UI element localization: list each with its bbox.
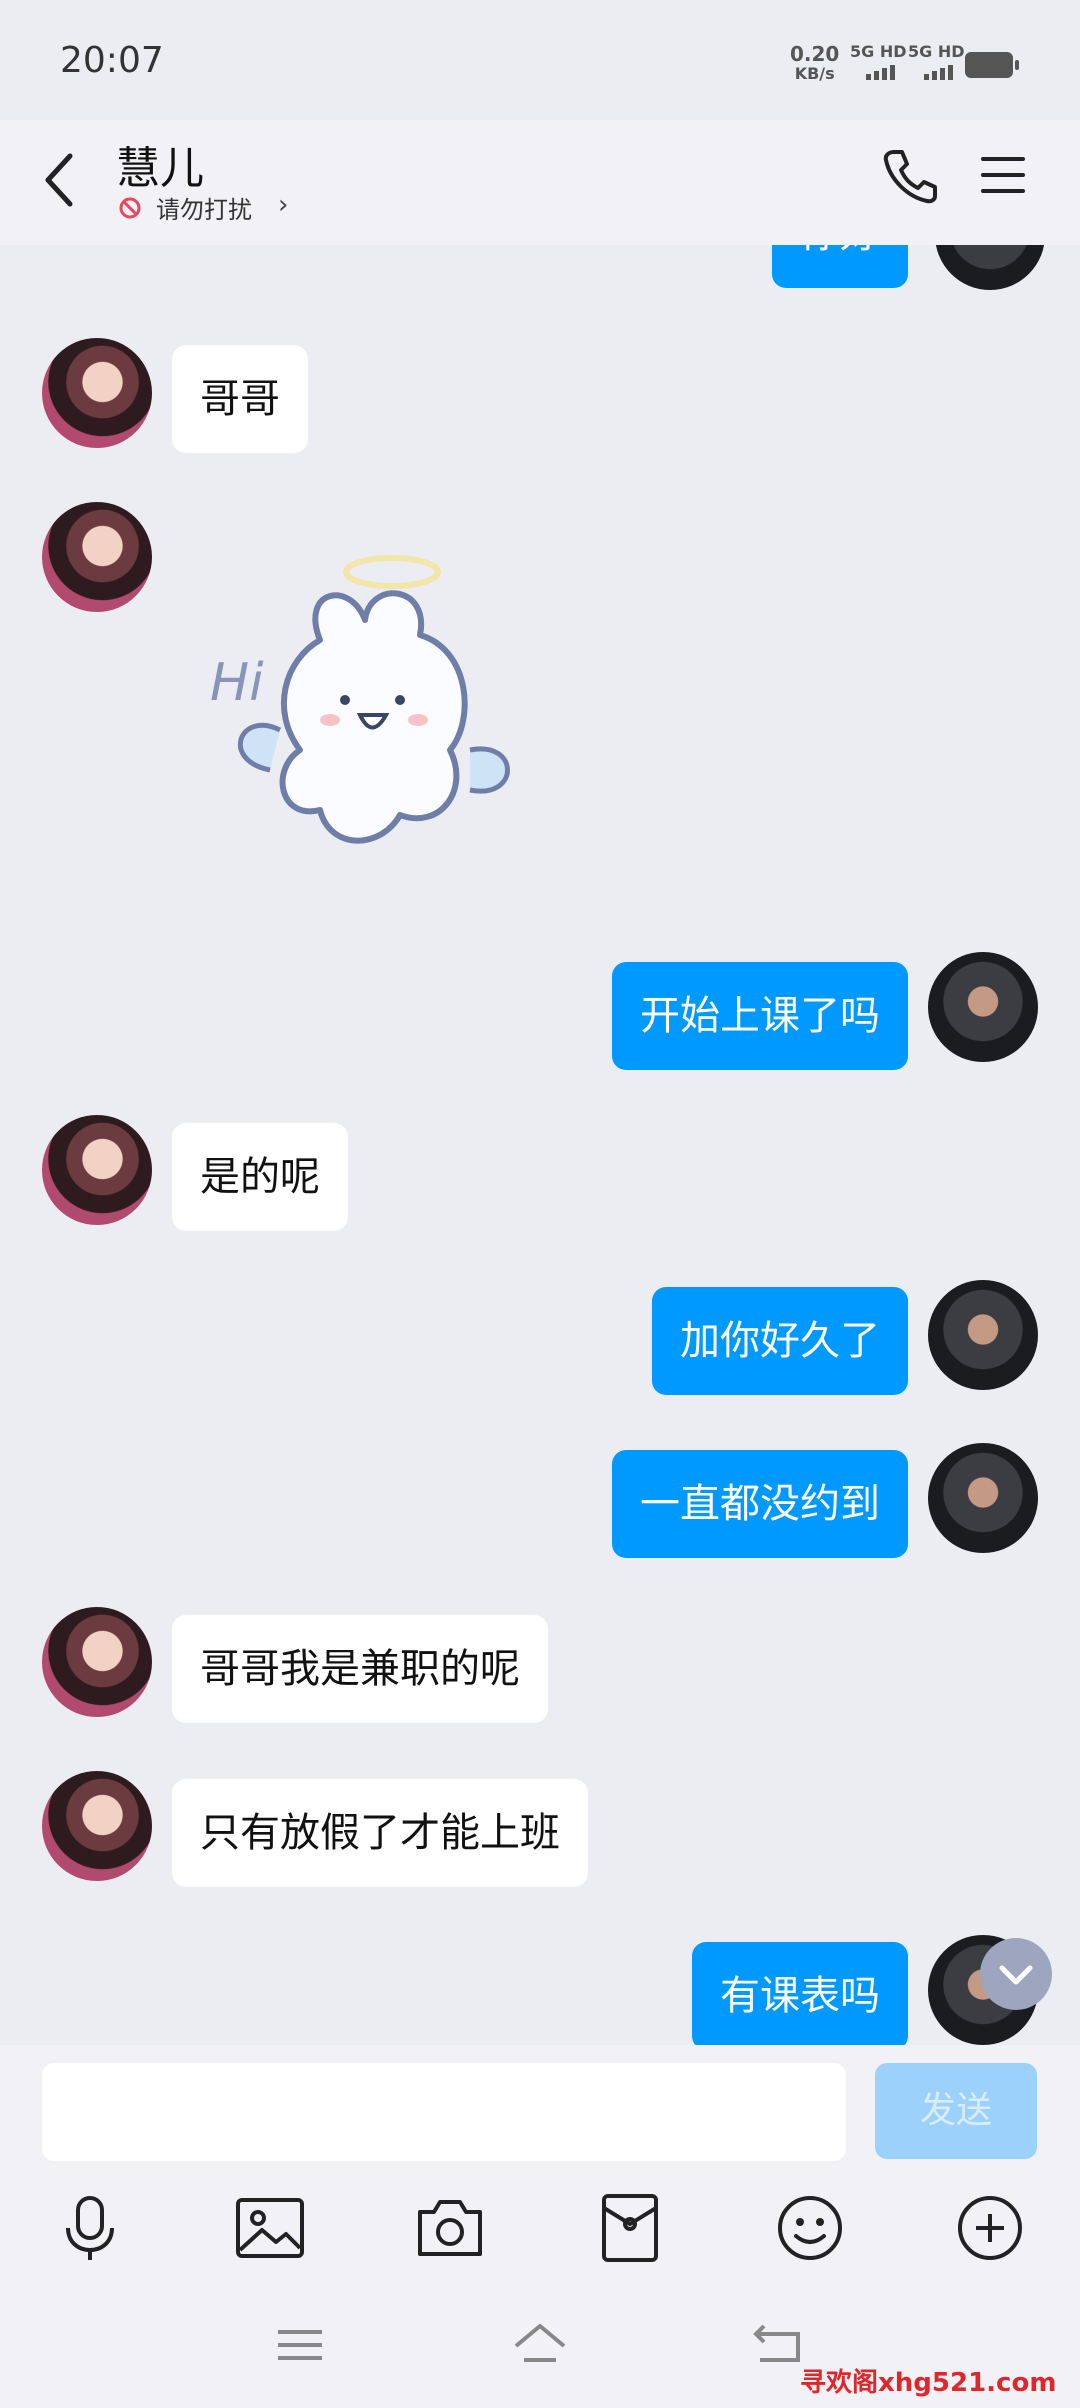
chevron-down-icon [999,1965,1033,1985]
message-bubble-received[interactable]: 哥哥我是兼职的呢 [172,1615,548,1723]
chevron-right-icon[interactable]: › [278,190,288,220]
network-speed: 0.20 KB/s [790,44,839,84]
my-avatar[interactable] [928,952,1038,1062]
message-bubble-received[interactable]: 只有放假了才能上班 [172,1779,588,1887]
message-bubble-sent[interactable]: 一直都没约到 [612,1450,908,1558]
network-speed-value: 0.20 [790,42,840,66]
contact-avatar[interactable] [42,1771,152,1881]
message-bubble-sent[interactable]: 有课表吗 [692,1942,908,2050]
image-icon[interactable] [232,2190,308,2266]
signal-indicator-2: 5G HD [908,42,965,80]
contact-avatar[interactable] [42,1115,152,1225]
plus-icon[interactable] [952,2190,1028,2266]
signal-label-1: 5G HD [850,42,907,61]
message-bubble-sent[interactable]: 开始上课了吗 [612,962,908,1070]
phone-icon[interactable] [880,146,940,206]
signal-indicator-1: 5G HD [850,42,907,80]
scroll-to-bottom-button[interactable] [980,1938,1052,2010]
network-speed-unit: KB/s [794,64,835,83]
message-bubble-sent[interactable]: 加你好久了 [652,1287,908,1395]
message-bubble-received[interactable]: 哥哥 [172,345,308,453]
status-time: 20:07 [60,40,164,81]
send-button[interactable]: 发送 [875,2063,1037,2159]
do-not-disturb-icon [119,197,141,219]
message-input[interactable] [42,2063,846,2161]
contact-name[interactable]: 慧儿 [116,132,204,196]
menu-icon[interactable] [270,2320,330,2370]
signal-bars-icon [924,65,953,80]
message-bubble-received[interactable]: 是的呢 [172,1123,348,1231]
home-icon[interactable] [510,2320,570,2370]
red-packet-icon[interactable] [592,2190,668,2266]
camera-icon[interactable] [412,2190,488,2266]
my-avatar[interactable] [928,1443,1038,1553]
back-arrow-icon[interactable] [40,150,80,210]
signal-label-2: 5G HD [908,42,965,61]
hi-angel-bunny-sticker[interactable]: Hi [200,550,540,890]
sticker-hi-text: Hi [210,653,264,713]
contact-avatar[interactable] [42,338,152,448]
microphone-icon[interactable] [52,2190,128,2266]
signal-bars-icon [866,65,895,80]
battery-icon [965,52,1019,78]
status-subtitle[interactable]: 请勿打扰 [156,190,252,225]
contact-avatar[interactable] [42,502,152,612]
more-menu-icon[interactable] [980,152,1026,198]
watermark-text: 寻欢阁xhg521.com [800,2368,1057,2398]
contact-avatar[interactable] [42,1607,152,1717]
my-avatar[interactable] [928,1280,1038,1390]
emoji-icon[interactable] [772,2190,848,2266]
